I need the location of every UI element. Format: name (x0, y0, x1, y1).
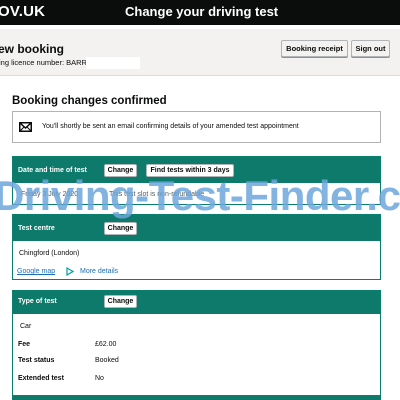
email-notice-text: You'll shortly be sent an email confirmi… (42, 123, 299, 130)
test-type-header: Type of test Change (13, 291, 380, 314)
change-type-button[interactable]: Change (104, 295, 137, 308)
extended-test-value: No (95, 375, 104, 382)
fee-value: £62.00 (95, 341, 117, 348)
booking-receipt-button[interactable]: Booking receipt (281, 40, 348, 57)
next-panel-edge (12, 396, 381, 400)
envelope-icon (19, 122, 32, 132)
top-bar: OV.UK Change your driving test (0, 0, 400, 25)
fee-label: Fee (18, 341, 31, 348)
service-name[interactable]: Change your driving test (125, 4, 278, 19)
centre-name: Chingford (London) (19, 250, 80, 257)
google-map-link[interactable]: Google map (17, 268, 55, 275)
email-notice: You'll shortly be sent an email confirmi… (12, 111, 381, 143)
change-centre-button[interactable]: Change (104, 222, 137, 235)
redacted-block (86, 57, 140, 69)
test-type-value: Car (20, 323, 32, 330)
watermark: Driving-Test-Finder.c (0, 172, 400, 219)
test-status-label: Test status (18, 357, 55, 364)
test-status-value: Booked (95, 357, 119, 364)
test-type-panel: Type of test Change Car Fee £62.00 Test … (12, 290, 381, 396)
test-type-title: Type of test (18, 298, 57, 305)
licence-number: ing licence number: BARRY (0, 58, 92, 67)
booking-subheader: ew booking Booking receipt Sign out (0, 29, 400, 76)
page-title: ew booking (0, 42, 64, 56)
more-details-link[interactable]: More details (80, 268, 118, 275)
extended-test-label: Extended test (18, 375, 64, 382)
test-centre-title: Test centre (18, 225, 55, 232)
sign-out-button[interactable]: Sign out (351, 40, 390, 57)
test-centre-panel: Test centre Change Chingford (London) Go… (12, 214, 381, 280)
confirmation-heading: Booking changes confirmed (12, 95, 167, 107)
gov-uk-logo[interactable]: OV.UK (0, 3, 45, 20)
play-triangle-icon[interactable] (66, 267, 74, 276)
